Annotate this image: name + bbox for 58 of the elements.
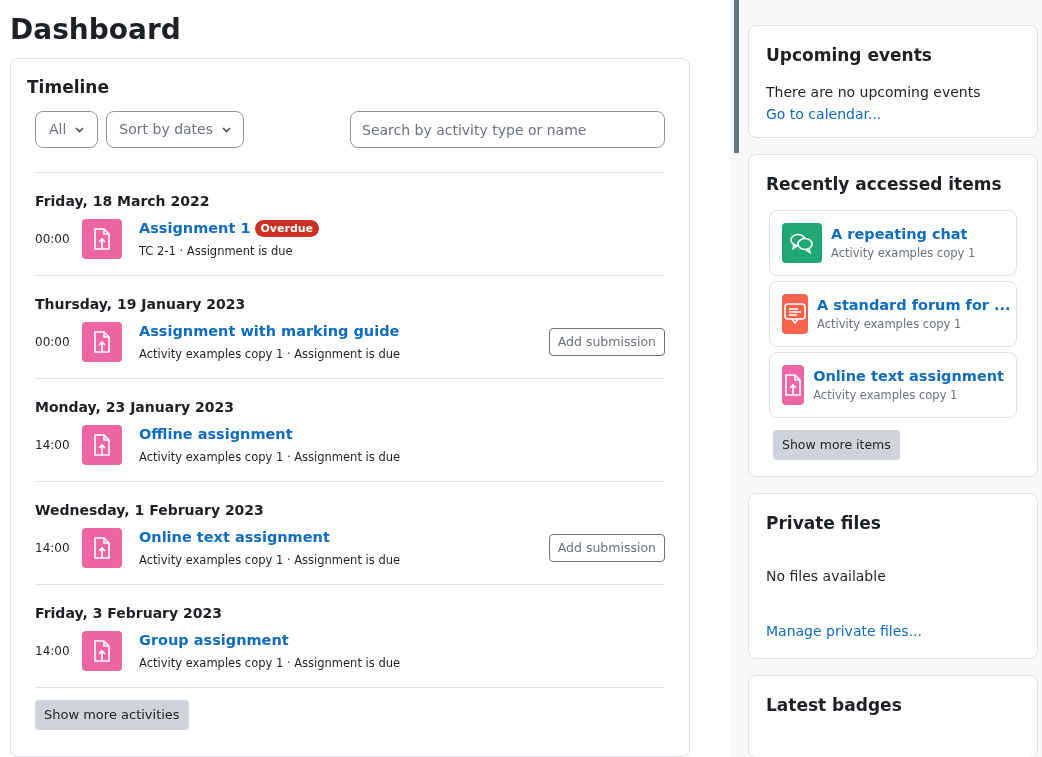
caret-icon — [75, 126, 85, 133]
event-details: Activity examples copy 1 · Assignment is due — [139, 552, 401, 569]
date-heading: Friday, 3 February 2023 — [35, 604, 223, 623]
event-time: 00:00 — [35, 231, 71, 248]
calendar-link[interactable]: Go to calendar... — [766, 103, 1020, 125]
card-title: Latest badges — [766, 694, 903, 717]
assignment-icon — [82, 219, 122, 259]
event-time: 00:00 — [35, 334, 71, 351]
course-name: Activity examples copy 1 — [817, 316, 963, 333]
event-time: 14:00 — [35, 437, 71, 454]
event-details: Activity examples copy 1 · Assignment is due — [139, 449, 401, 466]
item-link[interactable]: A repeating chat — [831, 224, 976, 244]
overdue-badge: Overdue — [254, 219, 320, 237]
assignment-icon — [82, 528, 122, 568]
event-time: 14:00 — [35, 643, 71, 660]
item-link[interactable]: Online text assignment — [813, 366, 1004, 386]
date-heading: Friday, 18 March 2022 — [35, 192, 211, 211]
recent-item[interactable]: A repeating chat Activity examples copy 1 — [769, 210, 1017, 276]
add-submission-button[interactable]: Add submission — [548, 328, 665, 356]
chat-icon — [782, 223, 822, 263]
page-title: Dashboard — [10, 12, 182, 48]
event-details: TC 2-1 · Assignment is due — [139, 243, 294, 260]
activity-link[interactable]: Online text assignment — [139, 526, 330, 548]
date-heading: Monday, 23 January 2023 — [35, 398, 236, 417]
recent-item[interactable]: Online text assignment Activity examples copy 1 — [769, 352, 1017, 418]
date-heading: Wednesday, 1 February 2023 — [35, 501, 265, 520]
filter-dropdown[interactable]: All — [35, 111, 99, 148]
course-name: Activity examples copy 1 — [831, 245, 976, 262]
activity-link[interactable]: Group assignment — [139, 629, 289, 651]
manage-files-link[interactable]: Manage private files... — [766, 620, 1020, 642]
scrollbar[interactable] — [734, 0, 739, 153]
card-title: Recently accessed items — [766, 173, 1003, 196]
empty-message: There are no upcoming events — [766, 83, 982, 102]
assignment-icon — [82, 631, 122, 671]
caret-icon — [222, 126, 231, 133]
empty-message: No files available — [766, 567, 887, 586]
activity-link[interactable]: Offline assignment — [139, 423, 293, 445]
add-submission-button[interactable]: Add submission — [548, 534, 665, 562]
item-link[interactable]: A standard forum for ... — [817, 295, 1011, 315]
show-more-button[interactable]: Show more items — [773, 430, 900, 460]
show-more-button[interactable]: Show more activities — [35, 700, 189, 730]
card-title: Private files — [766, 512, 882, 535]
recent-item[interactable]: A standard forum for ... Activity examples copy 1 — [769, 281, 1017, 347]
activity-link[interactable]: Assignment 1 — [139, 217, 251, 239]
card-title: Upcoming events — [766, 44, 933, 67]
event-time: 14:00 — [35, 540, 71, 557]
assignment-icon — [82, 425, 122, 465]
date-heading: Thursday, 19 January 2023 — [35, 295, 247, 314]
sort-dropdown[interactable]: Sort by dates — [106, 111, 244, 148]
event-details: Activity examples copy 1 · Assignment is due — [139, 655, 401, 672]
event-details: Activity examples copy 1 · Assignment is due — [139, 346, 401, 363]
forum-icon — [782, 294, 808, 334]
course-name: Activity examples copy 1 — [813, 387, 959, 404]
activity-link[interactable]: Assignment with marking guide — [139, 320, 400, 342]
assignment-icon — [782, 365, 805, 405]
search-field[interactable]: Search by activity type or name — [350, 111, 665, 148]
assignment-icon — [82, 322, 122, 362]
card-title: Timeline — [27, 76, 110, 99]
